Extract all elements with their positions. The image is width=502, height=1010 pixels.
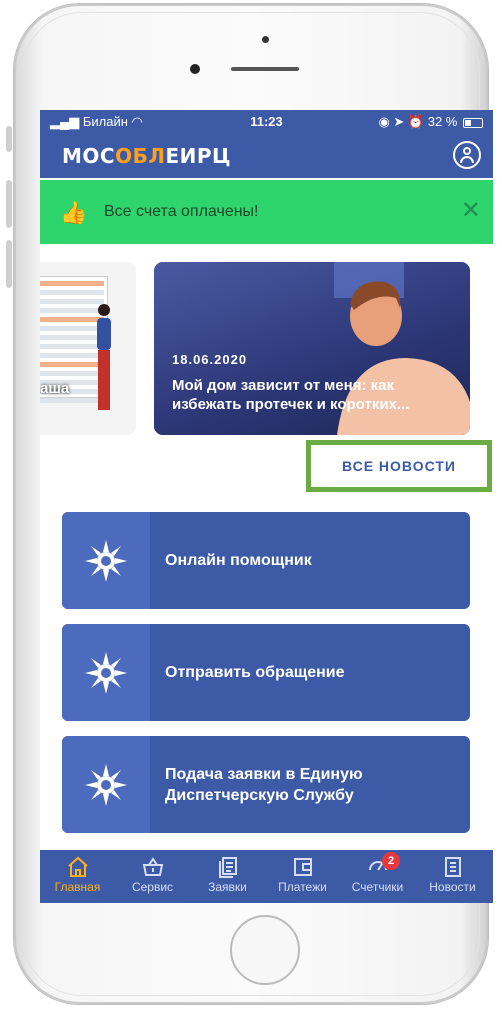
news-title: Мой дом зависит от меня: как избежать пр… — [172, 377, 410, 413]
app-logo: МОСОБЛЕИРЦ — [62, 144, 231, 168]
sun-logo-icon — [85, 540, 127, 582]
dispatch-request-button[interactable]: Подача заявки в Единую Диспетчерскую Слу… — [62, 736, 470, 833]
tab-service[interactable]: Сервис — [115, 850, 190, 903]
bottom-tab-bar: Главная Сервис Заявки Платежи 2 Счетчики… — [40, 850, 493, 903]
tab-label: Новости — [429, 880, 476, 894]
tab-payments[interactable]: Платежи — [265, 850, 340, 903]
tab-label: Сервис — [131, 880, 174, 894]
tab-news[interactable]: Новости — [415, 850, 490, 903]
notice-banner: 👍 Все счета оплачены! ✕ — [40, 180, 493, 244]
action-icon-box — [62, 512, 150, 609]
earpiece-speaker — [231, 67, 299, 71]
news-date: 18.06.2020 — [172, 352, 248, 367]
app-screen: ▂▄▆ Билайн ◠ 11:23 ◉ ➤ ⏰ 32 % МОСОБЛЕИРЦ… — [40, 110, 493, 903]
sun-logo-icon — [85, 764, 127, 806]
home-icon — [67, 856, 88, 877]
battery-icon — [463, 117, 483, 128]
action-label: Онлайн помощник — [165, 552, 312, 569]
location-icon: ◉ ➤ ⏰ — [378, 114, 425, 129]
tab-requests[interactable]: Заявки — [190, 850, 265, 903]
tab-label: Платежи — [278, 880, 327, 894]
basket-icon — [142, 857, 163, 876]
proximity-sensor — [262, 36, 269, 43]
volume-up-button — [6, 180, 12, 228]
tab-home[interactable]: Главная — [40, 850, 115, 903]
app-header: МОСОБЛЕИРЦ — [40, 132, 493, 178]
logo-text-1: МОС — [62, 144, 116, 168]
woman-illustration — [97, 304, 111, 410]
action-icon-box — [62, 736, 150, 833]
thumbs-up-icon: 👍 — [60, 200, 88, 225]
online-assistant-button[interactable]: Онлайн помощник — [62, 512, 470, 609]
status-bar: ▂▄▆ Билайн ◠ 11:23 ◉ ➤ ⏰ 32 % — [40, 110, 493, 132]
home-button[interactable] — [230, 915, 300, 985]
tab-label: Заявки — [208, 880, 247, 894]
sun-logo-icon — [85, 652, 127, 694]
requests-icon — [218, 857, 237, 878]
tab-label: Счетчики — [351, 880, 404, 894]
profile-icon[interactable] — [453, 141, 481, 169]
mute-switch — [6, 126, 12, 152]
tab-meters[interactable]: 2 Счетчики — [340, 850, 415, 903]
close-icon[interactable]: ✕ — [461, 196, 481, 225]
tab-label: Главная — [54, 880, 101, 894]
battery-percent: 32 % — [427, 114, 458, 129]
volume-down-button — [6, 240, 12, 288]
news-card[interactable]: аша — [40, 262, 136, 435]
front-camera — [190, 64, 200, 74]
news-card[interactable]: 18.06.2020 Мой дом зависит от меня: как … — [154, 262, 470, 435]
send-request-button[interactable]: Отправить обращение — [62, 624, 470, 721]
action-label: Подача заявки в Единую Диспетчерскую Слу… — [165, 765, 363, 804]
notice-text: Все счета оплачены! — [104, 203, 259, 220]
wallet-icon — [293, 858, 312, 876]
status-right: ◉ ➤ ⏰ 32 % — [378, 114, 483, 130]
news-card-title: аша — [40, 380, 70, 397]
logo-text-2: ЕИРЦ — [165, 144, 232, 168]
notification-badge: 2 — [382, 852, 400, 870]
action-label: Отправить обращение — [165, 664, 345, 681]
logo-text-accent: ОБЛ — [115, 144, 166, 168]
news-icon — [444, 857, 461, 877]
action-icon-box — [62, 624, 150, 721]
all-news-button[interactable]: ВСЕ НОВОСТИ — [306, 440, 492, 492]
